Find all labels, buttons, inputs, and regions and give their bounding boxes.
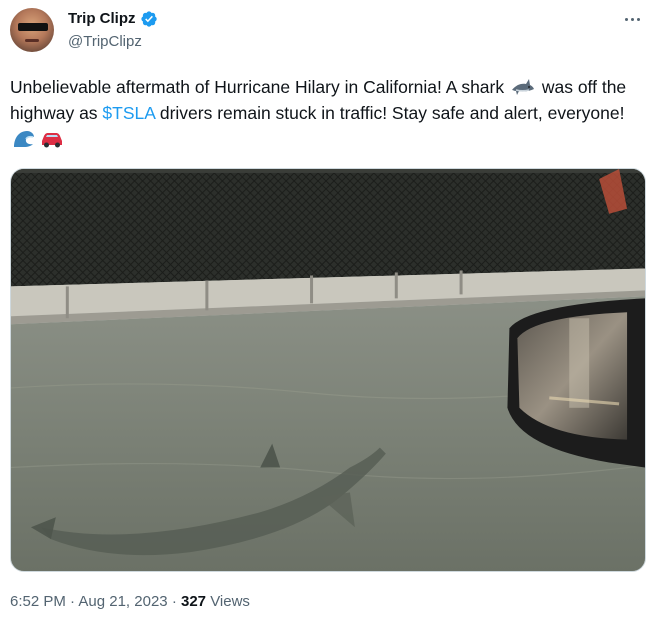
flooded-highway-photo: [11, 169, 645, 571]
views-count: 327: [180, 593, 207, 610]
more-dot: [624, 17, 628, 21]
avatar-mouth: [25, 39, 39, 42]
tweet-header: Trip Clipz @TripClipz: [10, 8, 657, 58]
author-handle[interactable]: @TripClipz: [68, 32, 158, 52]
tweet-date[interactable]: Aug 21, 2023: [78, 593, 167, 610]
tweet-time[interactable]: 6:52 PM: [10, 593, 66, 610]
tweet-text-part1: Unbelievable aftermath of Hurricane Hila…: [10, 77, 509, 97]
author-display-name-row[interactable]: Trip Clipz: [68, 9, 158, 29]
shark-emoji-icon: [511, 79, 534, 95]
verified-badge-icon: [140, 11, 157, 27]
tweet-text-part3: drivers remain stuck in traffic! Stay sa…: [154, 103, 625, 123]
author-display-name[interactable]: Trip Clipz: [68, 9, 136, 29]
tweet-image[interactable]: [10, 168, 646, 572]
wave-emoji-icon: [14, 131, 34, 147]
avatar[interactable]: [10, 8, 54, 52]
more-options-icon[interactable]: [619, 8, 645, 30]
car-emoji-icon: [42, 133, 62, 148]
more-dot: [630, 17, 634, 21]
meta-separator: ·: [171, 593, 177, 610]
author-names: Trip Clipz @TripClipz: [68, 9, 158, 52]
more-dot: [636, 17, 640, 21]
views-label: Views: [210, 593, 250, 610]
tweet-text: Unbelievable aftermath of Hurricane Hila…: [10, 74, 630, 152]
meta-separator: ·: [70, 593, 76, 610]
avatar-glasses: [18, 23, 48, 31]
cashtag-link[interactable]: $TSLA: [102, 103, 155, 123]
tweet-meta: 6:52 PM · Aug 21, 2023 · 327 Views: [10, 592, 250, 612]
